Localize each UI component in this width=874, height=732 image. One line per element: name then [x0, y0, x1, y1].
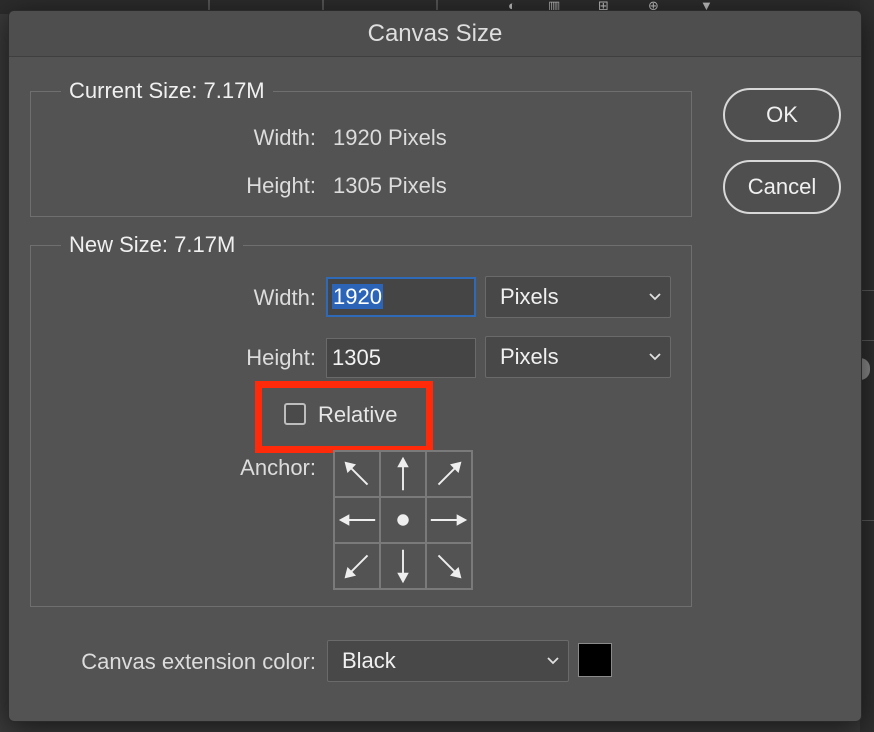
height-unit-value: Pixels [500, 344, 559, 369]
relative-checkbox[interactable] [284, 403, 306, 425]
current-width-label: Width: [253, 125, 316, 150]
background-panel-edge [860, 0, 874, 732]
chevron-down-icon [649, 353, 661, 361]
current-width-value: 1920 Pixels [333, 125, 447, 150]
arrow-down-left-icon [344, 554, 369, 579]
arrow-up-left-icon [344, 461, 369, 486]
ok-button[interactable]: OK [723, 88, 841, 142]
extension-color-value: Black [342, 648, 396, 673]
width-unit-value: Pixels [500, 284, 559, 309]
chevron-down-icon [649, 293, 661, 301]
relative-label[interactable]: Relative [318, 401, 397, 429]
new-width-label: Width: [253, 285, 316, 310]
new-size-legend: New Size: 7.17M [61, 231, 244, 259]
cancel-button[interactable]: Cancel [723, 160, 841, 214]
current-size-legend: Current Size: 7.17M [61, 77, 273, 105]
arrow-left-icon [338, 514, 376, 526]
anchor-grid [333, 450, 473, 590]
extension-color-dropdown[interactable]: Black [327, 640, 569, 682]
height-value: 1305 [332, 345, 381, 370]
anchor-bottom-left[interactable] [334, 543, 380, 589]
height-field[interactable]: 1305 [326, 338, 476, 378]
width-unit-dropdown[interactable]: Pixels [485, 276, 671, 318]
anchor-top-right[interactable] [426, 451, 472, 497]
arrow-down-right-icon [437, 554, 462, 579]
anchor-bottom[interactable] [380, 543, 426, 589]
chevron-down-icon [547, 657, 559, 665]
anchor-dot-icon [397, 514, 409, 526]
width-value-selected: 1920 [332, 284, 383, 309]
arrow-right-icon [430, 514, 468, 526]
dialog-title: Canvas Size [9, 11, 861, 57]
anchor-left[interactable] [334, 497, 380, 543]
anchor-right[interactable] [426, 497, 472, 543]
width-field[interactable]: 1920 [326, 277, 476, 317]
anchor-top[interactable] [380, 451, 426, 497]
height-unit-dropdown[interactable]: Pixels [485, 336, 671, 378]
extension-color-swatch[interactable] [578, 643, 612, 677]
arrow-up-right-icon [437, 461, 462, 486]
arrow-up-icon [397, 456, 409, 491]
anchor-label: Anchor: [240, 455, 316, 480]
current-height-value: 1305 Pixels [333, 173, 447, 198]
arrow-down-icon [397, 549, 409, 584]
extension-color-label: Canvas extension color: [81, 649, 316, 674]
anchor-bottom-right[interactable] [426, 543, 472, 589]
anchor-center[interactable] [380, 497, 426, 543]
current-height-label: Height: [246, 173, 316, 198]
anchor-top-left[interactable] [334, 451, 380, 497]
new-height-label: Height: [246, 345, 316, 370]
